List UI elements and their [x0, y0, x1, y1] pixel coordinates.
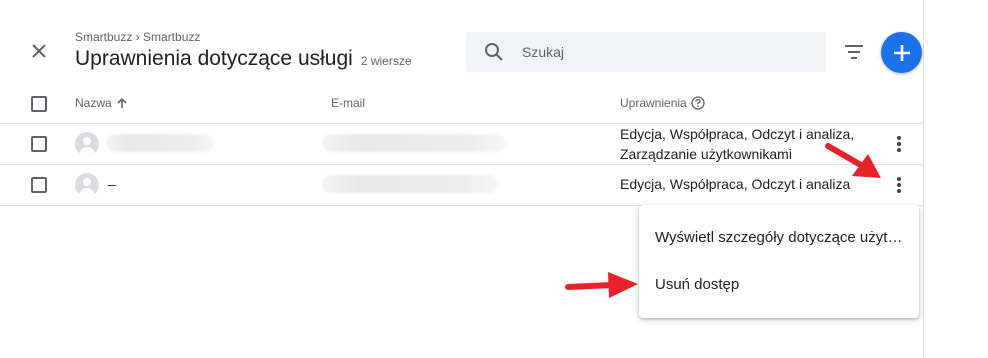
menu-item-remove-access[interactable]: Usuń dostęp	[655, 276, 905, 293]
page-title: Uprawnienia dotyczące usługi	[75, 47, 353, 70]
select-all-checkbox[interactable]	[31, 96, 47, 112]
help-icon[interactable]	[691, 96, 705, 110]
permissions-line: Zarządzanie użytkownikami	[620, 146, 792, 162]
permissions-panel: Smartbuzz › Smartbuzz Uprawnienia dotycz…	[0, 0, 924, 358]
redacted-email	[322, 175, 498, 193]
row-checkbox[interactable]	[31, 136, 47, 152]
filter-icon[interactable]	[840, 38, 868, 66]
redacted-name	[106, 134, 214, 152]
column-name-label: Nazwa	[75, 96, 112, 110]
search-icon	[466, 42, 522, 62]
avatar-icon	[75, 132, 99, 156]
more-vert-icon[interactable]	[889, 132, 909, 156]
column-permissions-label: Uprawnienia	[620, 96, 687, 110]
table-header: Nazwa E-mail Uprawnienia	[0, 84, 924, 124]
more-vert-icon[interactable]	[889, 173, 909, 197]
user-name: –	[108, 176, 116, 192]
permissions-line: Edycja, Współpraca, Odczyt i analiza,	[620, 126, 855, 142]
close-icon[interactable]	[26, 38, 52, 64]
column-email-label: E-mail	[331, 96, 366, 110]
search-input[interactable]: Szukaj	[522, 44, 564, 60]
add-user-button[interactable]	[881, 32, 922, 73]
breadcrumb[interactable]: Smartbuzz › Smartbuzz	[75, 30, 200, 44]
row-context-menu: Wyświetl szczegóły dotyczące użytkownika…	[639, 205, 919, 318]
title-row: Uprawnienia dotyczące usługi 2 wiersze	[75, 47, 412, 71]
permissions-line: Edycja, Współpraca, Odczyt i analiza	[620, 176, 851, 192]
menu-item-view-details[interactable]: Wyświetl szczegóły dotyczące użytkownika	[655, 229, 905, 246]
arrow-up-icon	[117, 97, 127, 108]
row-count: 2 wiersze	[360, 54, 412, 68]
column-email-header[interactable]: E-mail	[331, 96, 365, 110]
add-icon	[893, 44, 910, 61]
table-row[interactable]: Edycja, Współpraca, Odczyt i analiza, Za…	[0, 124, 924, 165]
column-permissions-header[interactable]: Uprawnienia	[620, 96, 705, 110]
search-box[interactable]: Szukaj	[466, 32, 826, 72]
table-row[interactable]: – Edycja, Współpraca, Odczyt i analiza	[0, 165, 924, 206]
user-permissions: Edycja, Współpraca, Odczyt i analiza, Za…	[620, 124, 854, 164]
user-permissions: Edycja, Współpraca, Odczyt i analiza	[620, 174, 850, 194]
redacted-email	[322, 134, 506, 152]
avatar-icon	[75, 173, 99, 197]
row-checkbox[interactable]	[31, 177, 47, 193]
column-name-header[interactable]: Nazwa	[75, 96, 128, 110]
